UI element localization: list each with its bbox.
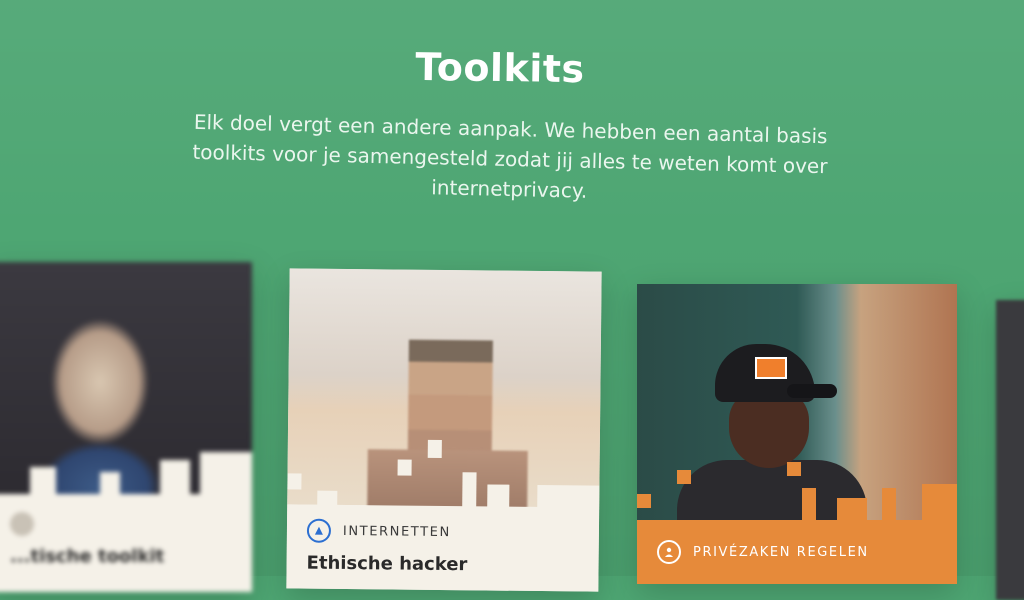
pixel-block [160,460,190,494]
pixel-block [787,462,801,476]
pixel-block [30,467,56,495]
pixel-block [837,498,867,520]
pixel-block [487,484,510,509]
pixel-block [922,484,957,520]
pixelated-face [407,339,493,461]
card-photo [637,284,957,540]
card-photo [287,268,602,521]
user-icon [657,540,681,564]
intro-text: Elk doel vergt een andere aanpak. We heb… [192,109,828,203]
pixel-block [427,439,442,458]
card-title: ...tische toolkit [10,546,165,567]
pixel-block [200,452,252,494]
card-tag: PRIVÉZAKEN REGELEN [693,544,869,560]
pixel-block [537,484,600,510]
cap-logo [755,357,787,379]
pixel-block [802,488,816,520]
toolkit-card-4[interactable] [996,300,1024,600]
card-tag: INTERNETTEN [342,523,451,540]
compass-icon [306,518,332,543]
toolkit-card-privezaken[interactable]: PRIVÉZAKEN REGELEN [637,284,957,584]
pixel-block [287,473,302,490]
person-icon [10,512,34,536]
toolkit-card-ethische-hacker[interactable]: INTERNETTEN Ethische hacker [286,268,602,592]
toolkit-card-1[interactable]: ...tische toolkit [0,262,252,592]
cap-brim [787,384,837,398]
pixel-block [100,472,120,494]
pixel-block [637,494,651,508]
pixel-block [462,472,477,509]
pixel-block [397,459,412,476]
pixel-block [882,488,896,520]
pixel-block [677,470,691,484]
pixel-block [317,490,338,507]
card-title: Ethische hacker [306,552,468,576]
